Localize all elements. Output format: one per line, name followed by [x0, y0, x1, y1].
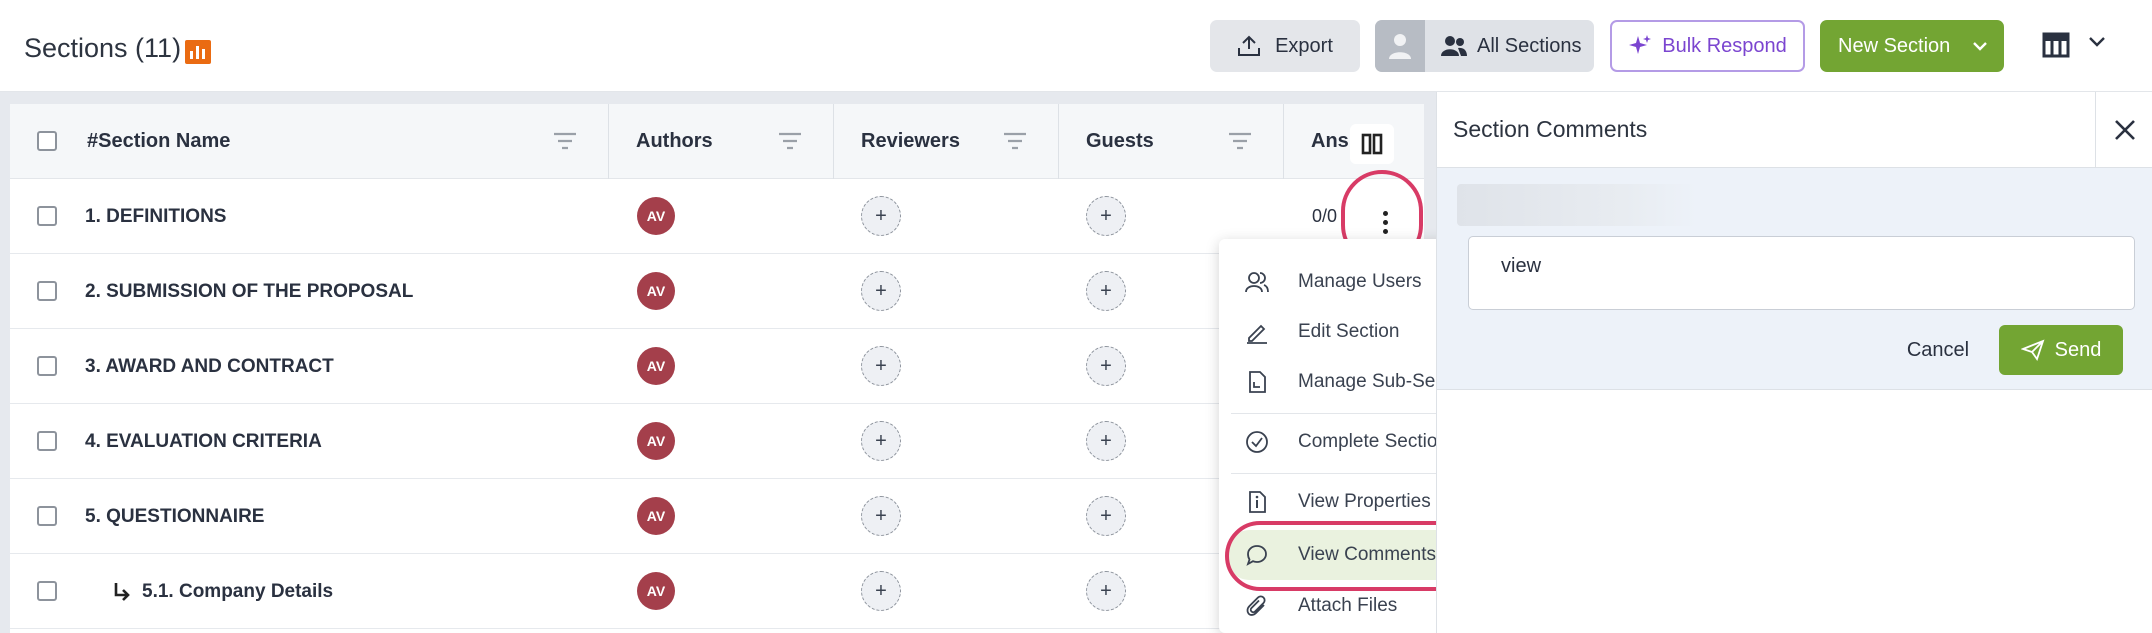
answers-count: 0/0	[1312, 206, 1338, 226]
column-header-section-name[interactable]: # Section Name	[87, 104, 230, 179]
filter-icon[interactable]	[778, 132, 802, 150]
send-label: Send	[2054, 338, 2102, 361]
all-sections-label: All Sections	[1477, 34, 1582, 57]
panel-title: Section Comments	[1453, 116, 1648, 142]
all-sections-button[interactable]: All Sections	[1375, 20, 1594, 72]
sections-table: # Section Name Authors Reviewers Guests …	[10, 104, 1424, 633]
cancel-button[interactable]: Cancel	[1898, 330, 1978, 370]
author-avatar[interactable]: AV	[637, 197, 675, 235]
add-guest-button[interactable]: +	[1086, 421, 1126, 461]
blurred-user-name	[1457, 184, 1697, 226]
add-reviewer-button[interactable]: +	[861, 346, 901, 386]
row-checkbox[interactable]	[37, 581, 57, 601]
column-divider[interactable]	[1283, 104, 1284, 179]
author-avatar[interactable]: AV	[637, 497, 675, 535]
row-checkbox[interactable]	[37, 506, 57, 526]
column-divider[interactable]	[608, 104, 609, 179]
author-avatar[interactable]: AV	[637, 272, 675, 310]
columns-icon	[1361, 133, 1383, 155]
column-divider[interactable]	[1058, 104, 1059, 179]
sparkle-icon	[1629, 35, 1652, 54]
table-row[interactable]: 2. SUBMISSION OF THE PROPOSAL AV + +	[10, 254, 1424, 329]
bulk-respond-label: Bulk Respond	[1662, 34, 1787, 57]
column-header-reviewers[interactable]: Reviewers	[861, 104, 960, 179]
add-reviewer-button[interactable]: +	[861, 421, 901, 461]
row-checkbox[interactable]	[37, 281, 57, 301]
page-header: Sections (11) Export All Sections Bulk R…	[0, 0, 2152, 92]
subsection-arrow-icon	[114, 582, 130, 601]
check-circle-icon	[1246, 431, 1268, 453]
send-button[interactable]: Send	[1999, 325, 2123, 375]
filter-icon[interactable]	[1228, 132, 1252, 150]
filter-icon[interactable]	[553, 132, 577, 150]
chevron-down-icon[interactable]	[1972, 41, 1988, 51]
users-icon	[1441, 36, 1467, 56]
paperclip-icon	[1246, 595, 1266, 616]
add-guest-button[interactable]: +	[1086, 571, 1126, 611]
section-name[interactable]: 4. EVALUATION CRITERIA	[85, 404, 322, 479]
table-header: # Section Name Authors Reviewers Guests …	[10, 104, 1424, 179]
bulk-respond-button[interactable]: Bulk Respond	[1610, 20, 1805, 72]
table-row[interactable]: 5. QUESTIONNAIRE AV + +	[10, 479, 1424, 554]
menu-item-label: Attach Files	[1298, 595, 1398, 616]
menu-item-label: Edit Section	[1298, 321, 1400, 342]
section-name[interactable]: 2. SUBMISSION OF THE PROPOSAL	[85, 254, 413, 329]
add-reviewer-button[interactable]: +	[861, 271, 901, 311]
column-header-guests[interactable]: Guests	[1086, 104, 1154, 179]
menu-item-label: View Properties	[1298, 491, 1431, 512]
section-name[interactable]: 5. QUESTIONNAIRE	[85, 479, 264, 554]
column-header-answers[interactable]: Ans	[1311, 104, 1349, 179]
filter-icon[interactable]	[1003, 132, 1027, 150]
export-button[interactable]: Export	[1210, 20, 1360, 72]
info-document-icon	[1249, 491, 1266, 513]
author-avatar[interactable]: AV	[637, 347, 675, 385]
person-icon	[1389, 34, 1411, 59]
column-divider[interactable]	[833, 104, 834, 179]
subsection-label: 5.1. Company Details	[142, 580, 334, 602]
add-reviewer-button[interactable]: +	[861, 196, 901, 236]
send-icon	[2020, 339, 2045, 361]
new-section-button[interactable]: New Section	[1820, 20, 2004, 72]
number-prefix: #	[87, 130, 99, 152]
users-icon	[1245, 272, 1269, 293]
user-placeholder-avatar	[1375, 20, 1425, 72]
new-section-label: New Section	[1838, 34, 1951, 57]
row-checkbox[interactable]	[37, 356, 57, 376]
select-all-checkbox[interactable]	[37, 131, 57, 151]
menu-item-label: Complete Section	[1298, 431, 1448, 452]
add-guest-button[interactable]: +	[1086, 271, 1126, 311]
row-checkbox[interactable]	[37, 431, 57, 451]
chevron-down-icon[interactable]	[2088, 36, 2106, 48]
add-guest-button[interactable]: +	[1086, 346, 1126, 386]
subsection-name[interactable]: 5.1. Company Details	[112, 554, 333, 629]
document-icon	[1249, 371, 1266, 393]
add-reviewer-button[interactable]: +	[861, 496, 901, 536]
comment-input[interactable]: view	[1468, 236, 2135, 310]
page-title: Sections (11)	[24, 33, 182, 63]
author-avatar[interactable]: AV	[637, 572, 675, 610]
menu-item-label: Manage Users	[1298, 271, 1422, 292]
section-name[interactable]: 1. DEFINITIONS	[85, 179, 226, 254]
column-header-authors[interactable]: Authors	[636, 104, 713, 179]
panel-header-divider	[2095, 92, 2096, 168]
add-guest-button[interactable]: +	[1086, 496, 1126, 536]
table-row[interactable]: 4. EVALUATION CRITERIA AV + +	[10, 404, 1424, 479]
section-name-label: Section Name	[98, 130, 231, 152]
table-row[interactable]: 3. AWARD AND CONTRACT AV + +	[10, 329, 1424, 404]
export-label: Export	[1275, 34, 1333, 57]
row-checkbox[interactable]	[37, 206, 57, 226]
column-toggle-button[interactable]	[1350, 124, 1394, 164]
author-avatar[interactable]: AV	[637, 422, 675, 460]
close-icon[interactable]	[2111, 116, 2139, 144]
upload-icon	[1238, 35, 1261, 56]
add-reviewer-button[interactable]: +	[861, 571, 901, 611]
analytics-icon[interactable]	[185, 40, 211, 64]
pencil-icon	[1247, 324, 1267, 344]
table-layout-icon[interactable]	[2042, 32, 2070, 58]
table-row[interactable]: 1. DEFINITIONS AV + + 0/0	[10, 179, 1424, 254]
table-row[interactable]: 5.1. Company Details AV + +	[10, 554, 1424, 629]
panel-header: Section Comments	[1437, 92, 2152, 168]
add-guest-button[interactable]: +	[1086, 196, 1126, 236]
section-name[interactable]: 3. AWARD AND CONTRACT	[85, 329, 334, 404]
